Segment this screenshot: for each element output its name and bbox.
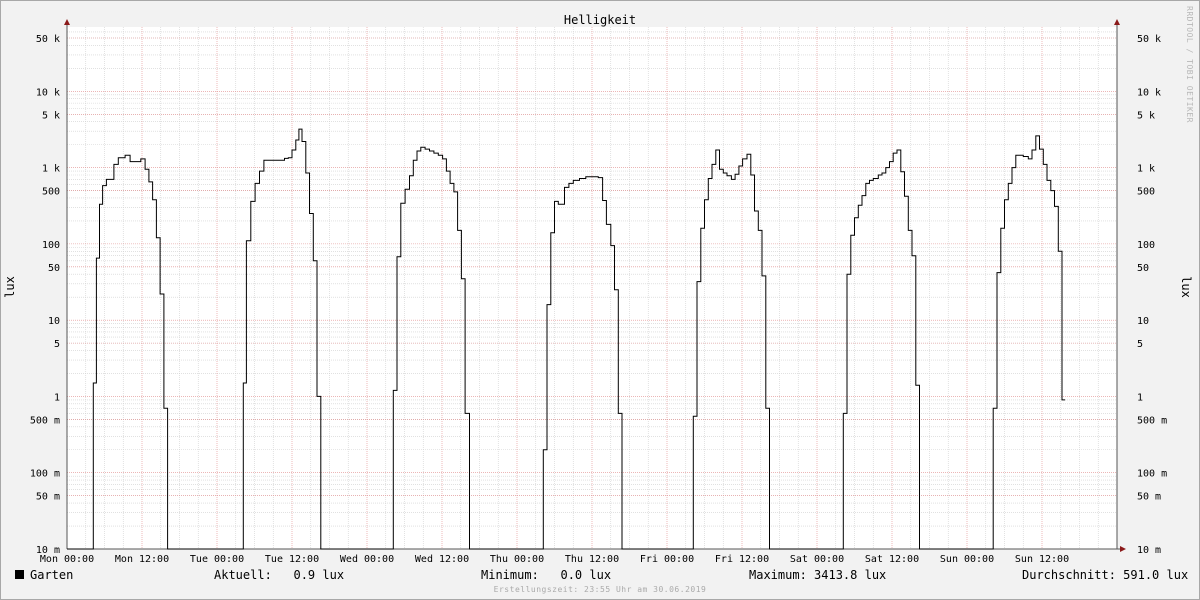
y-tick-labels-left: 50 k 10 k 5 k 1 k 500 100 50 10 5 1 500 m 100 m 50 m… — [30, 34, 60, 556]
x-tick-label: Wed 00:00 — [340, 554, 394, 565]
y-tick-labels-right: 50 k 10 k 5 k 1 k 500 100 50 10 5 1 500 m 100 m 50 m… — [1137, 34, 1167, 556]
y-tick-label: 50 m — [36, 492, 60, 503]
y-axis-arrow-left — [64, 19, 70, 25]
y-tick-label: 10 — [48, 316, 60, 327]
x-tick-label: Thu 12:00 — [565, 554, 619, 565]
y-tick-label: 5 k — [1137, 110, 1155, 121]
x-tick-label: Mon 00:00 — [40, 554, 94, 565]
y-tick-label: 100 m — [1137, 469, 1167, 480]
y-tick-label: 50 — [1137, 263, 1149, 274]
watermark: RRDTOOL / TOBI OETIKER — [1185, 6, 1194, 123]
y-tick-label: 50 — [48, 263, 60, 274]
y-axis-arrow-right — [1114, 19, 1120, 25]
x-tick-label: Tue 12:00 — [265, 554, 319, 565]
y-tick-label: 50 k — [1137, 34, 1161, 45]
y-tick-label: 10 — [1137, 316, 1149, 327]
y-tick-label: 10 k — [1137, 87, 1161, 98]
y-tick-label: 500 — [1137, 187, 1155, 198]
legend-swatch — [15, 570, 24, 579]
x-axis-arrow — [1120, 546, 1126, 552]
x-tick-label: Tue 00:00 — [190, 554, 244, 565]
y-tick-label: 500 m — [30, 415, 60, 426]
y-axis-label-right: lux — [1179, 276, 1193, 298]
chart-title: Helligkeit — [564, 13, 636, 27]
y-tick-label: 5 — [54, 339, 60, 350]
x-tick-label: Sat 00:00 — [790, 554, 844, 565]
y-tick-label: 100 — [1137, 240, 1155, 251]
y-tick-label: 5 — [1137, 339, 1143, 350]
y-tick-label: 1 k — [1137, 164, 1155, 175]
y-tick-label: 50 k — [36, 34, 60, 45]
y-tick-label: 10 k — [36, 87, 60, 98]
legend-aktuell: Aktuell: 0.9 lux — [214, 568, 345, 582]
x-tick-label: Sat 12:00 — [865, 554, 919, 565]
x-tick-label: Mon 12:00 — [115, 554, 169, 565]
legend-maximum: Maximum: 3413.8 lux — [749, 568, 887, 582]
y-tick-label: 100 m — [30, 469, 60, 480]
chart-svg: 50 k 10 k 5 k 1 k 500 100 50 10 5 1 500 m 100 m 50 m… — [3, 13, 1193, 565]
x-tick-label: Sun 12:00 — [1015, 554, 1069, 565]
x-tick-labels: Mon 00:00 Mon 12:00 Tue 00:00 Tue 12:00 Wed … — [40, 554, 1069, 565]
y-tick-label: 1 — [1137, 392, 1143, 403]
y-tick-label: 1 — [54, 392, 60, 403]
y-tick-label: 10 m — [1137, 545, 1161, 556]
y-tick-label: 50 m — [1137, 492, 1161, 503]
x-tick-label: Thu 00:00 — [490, 554, 544, 565]
y-tick-label: 5 k — [42, 110, 60, 121]
y-axis-label-left: lux — [3, 276, 17, 298]
legend-minimum: Minimum: 0.0 lux — [481, 568, 612, 582]
legend-durchschnitt: Durchschnitt: 591.0 lux — [1022, 568, 1189, 582]
x-tick-label: Wed 12:00 — [415, 554, 469, 565]
x-tick-label: Sun 00:00 — [940, 554, 994, 565]
legend-series-name: Garten — [30, 568, 74, 582]
footer-timestamp: Erstellungszeit: 23:55 Uhr am 30.06.2019 — [493, 585, 707, 594]
y-tick-label: 1 k — [42, 164, 60, 175]
y-tick-label: 500 — [42, 187, 60, 198]
x-tick-label: Fri 00:00 — [640, 554, 694, 565]
y-tick-label: 500 m — [1137, 415, 1167, 426]
x-tick-label: Fri 12:00 — [715, 554, 769, 565]
y-tick-label: 100 — [42, 240, 60, 251]
